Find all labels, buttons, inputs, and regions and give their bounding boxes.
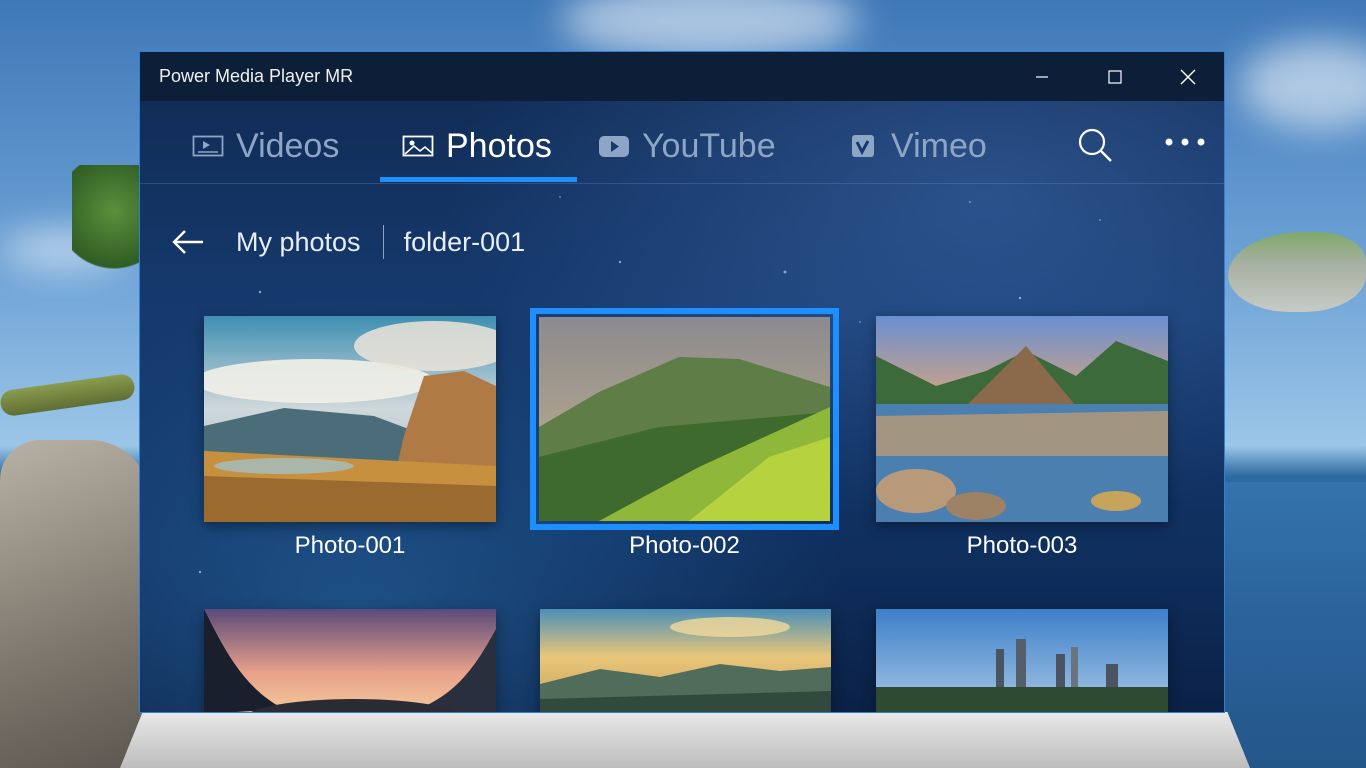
photo-tile[interactable]: Photo-003 bbox=[876, 316, 1168, 566]
tab-label: Photos bbox=[446, 127, 552, 165]
more-button[interactable] bbox=[1163, 134, 1209, 155]
breadcrumb-separator bbox=[382, 225, 384, 259]
title-bar: Power Media Player MR bbox=[140, 52, 1224, 101]
maximize-button[interactable] bbox=[1078, 52, 1151, 101]
tab-label: Vimeo bbox=[891, 127, 987, 165]
tab-youtube[interactable]: YouTube bbox=[598, 125, 776, 181]
tab-vimeo[interactable]: Vimeo bbox=[847, 125, 987, 181]
back-button[interactable] bbox=[170, 224, 206, 260]
youtube-icon bbox=[598, 134, 630, 158]
minimize-icon bbox=[1035, 75, 1048, 78]
vimeo-icon bbox=[847, 134, 879, 158]
active-tab-indicator bbox=[380, 177, 577, 182]
maximize-icon bbox=[1107, 69, 1122, 84]
app-title: Power Media Player MR bbox=[159, 66, 354, 86]
background-tree bbox=[72, 165, 142, 280]
photo-thumbnail bbox=[876, 316, 1168, 522]
breadcrumb: My photos folder-001 bbox=[170, 222, 525, 262]
search-icon bbox=[1078, 128, 1112, 162]
app-window: Power Media Player MR Videos Photos YouT… bbox=[139, 51, 1225, 713]
tab-bar: Videos Photos YouTube Vimeo bbox=[140, 101, 1224, 184]
photo-caption: Photo-001 bbox=[294, 532, 406, 559]
background-rock bbox=[0, 440, 150, 768]
photo-thumbnail bbox=[876, 609, 1168, 712]
back-arrow-icon bbox=[172, 230, 203, 254]
floating-island bbox=[1228, 232, 1366, 312]
photo-caption: Photo-002 bbox=[629, 532, 740, 559]
tab-photos[interactable]: Photos bbox=[402, 125, 552, 181]
photo-caption: Photo-003 bbox=[966, 532, 1078, 559]
photo-thumbnail bbox=[539, 317, 830, 521]
breadcrumb-current: folder-001 bbox=[403, 226, 526, 257]
background-cloud bbox=[1240, 40, 1366, 130]
close-button[interactable] bbox=[1151, 52, 1224, 101]
tab-label: Videos bbox=[236, 127, 340, 165]
tab-videos[interactable]: Videos bbox=[192, 125, 339, 181]
tab-label: YouTube bbox=[642, 127, 776, 165]
search-button[interactable] bbox=[1077, 127, 1113, 168]
photo-tile[interactable]: Photo-001 bbox=[204, 316, 496, 566]
window-controls bbox=[1005, 52, 1224, 101]
background-floor bbox=[120, 712, 1250, 768]
photo-thumbnail bbox=[204, 316, 496, 522]
breadcrumb-root[interactable]: My photos bbox=[236, 227, 361, 258]
photo-thumbnail bbox=[204, 609, 496, 712]
close-icon bbox=[1180, 69, 1195, 84]
more-icon bbox=[1165, 138, 1205, 146]
photo-icon bbox=[402, 134, 434, 158]
photo-tile[interactable] bbox=[204, 609, 496, 712]
minimize-button[interactable] bbox=[1005, 52, 1078, 101]
video-icon bbox=[192, 134, 224, 158]
background-branch bbox=[0, 372, 137, 418]
photo-thumbnail bbox=[540, 609, 831, 712]
photo-tile-selected[interactable]: Photo-002 bbox=[530, 308, 839, 566]
photo-tile[interactable] bbox=[876, 609, 1168, 712]
photo-tile[interactable] bbox=[540, 609, 831, 712]
